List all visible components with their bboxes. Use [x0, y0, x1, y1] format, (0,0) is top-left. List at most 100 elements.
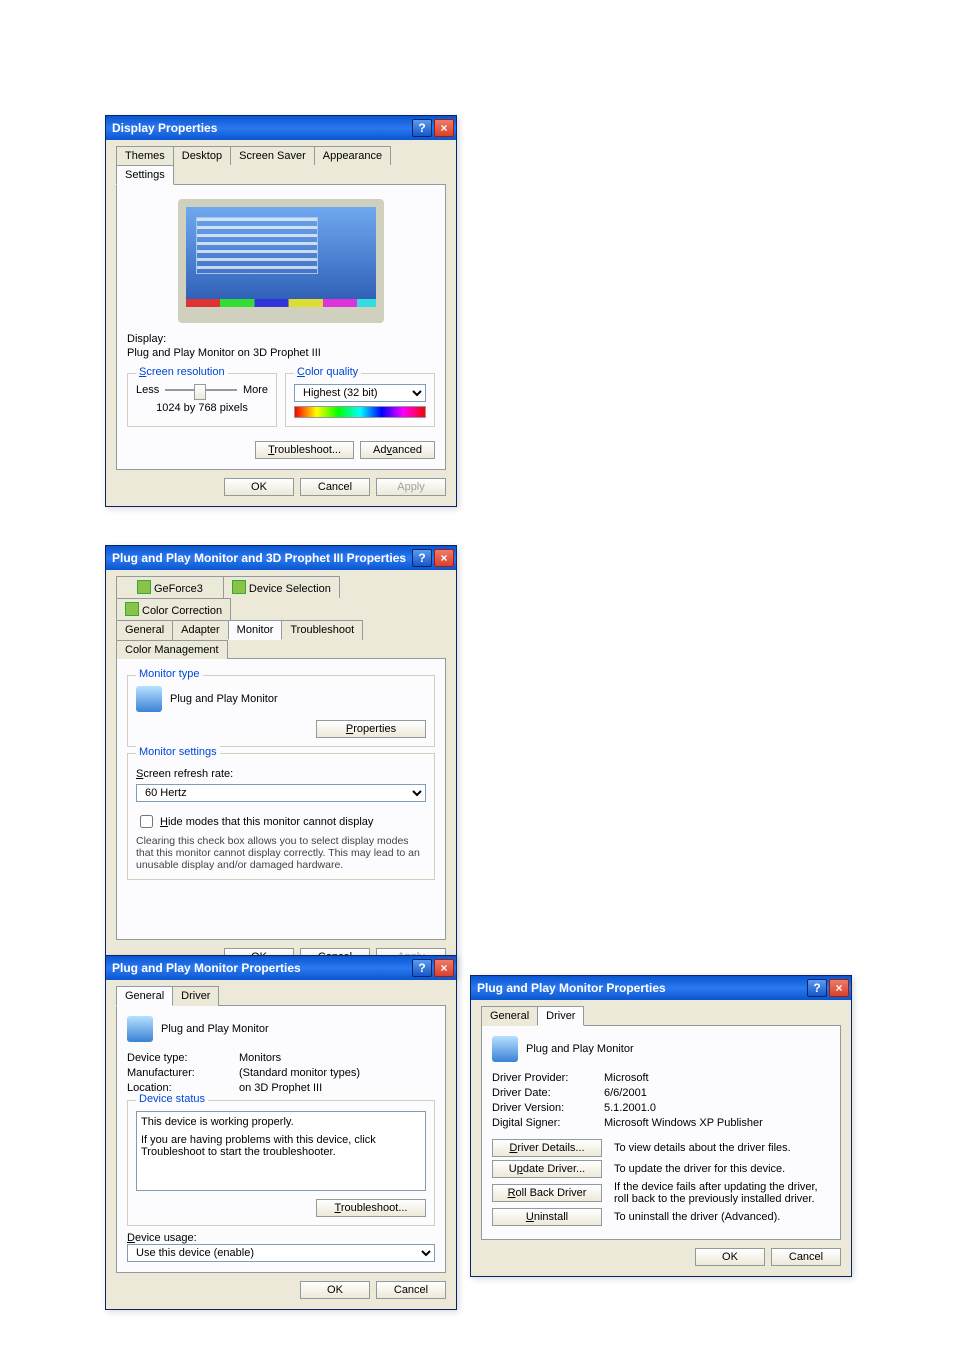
driver-details-button[interactable]: Driver Details... — [492, 1139, 602, 1157]
status-help: If you are having problems with this dev… — [141, 1134, 421, 1158]
tab-geforce3[interactable]: GeForce3 — [116, 576, 224, 598]
uninstall-button[interactable]: Uninstall — [492, 1208, 602, 1226]
tab-general[interactable]: General — [116, 620, 173, 640]
monitor-icon — [127, 1016, 153, 1042]
titlebar[interactable]: Plug and Play Monitor and 3D Prophet III… — [106, 546, 456, 570]
device-usage-select[interactable]: Use this device (enable) — [127, 1244, 435, 1262]
hide-modes-label: Hide modes that this monitor cannot disp… — [160, 816, 373, 828]
ok-button[interactable]: OK — [224, 478, 294, 496]
help-icon[interactable]: ? — [807, 979, 827, 997]
monitor-properties-driver-dialog: Plug and Play Monitor Properties ? × Gen… — [470, 975, 852, 1277]
display-value: Plug and Play Monitor on 3D Prophet III — [127, 347, 435, 359]
location-value: on 3D Prophet III — [239, 1082, 322, 1094]
refresh-rate-label: Screen refresh rate: — [136, 768, 426, 780]
rollback-driver-text: If the device fails after updating the d… — [614, 1181, 830, 1205]
rollback-driver-button[interactable]: Roll Back Driver — [492, 1184, 602, 1202]
cancel-button[interactable]: Cancel — [376, 1281, 446, 1299]
tab-appearance[interactable]: Appearance — [314, 146, 391, 165]
ok-button[interactable]: OK — [695, 1248, 765, 1266]
driver-date-label: Driver Date: — [492, 1087, 592, 1099]
tab-driver[interactable]: Driver — [537, 1006, 584, 1026]
update-driver-text: To update the driver for this device. — [614, 1163, 830, 1175]
dialog-body: General Driver Plug and Play Monitor Dev… — [106, 980, 456, 1309]
title-text: Display Properties — [112, 121, 412, 135]
update-driver-button[interactable]: Update Driver... — [492, 1160, 602, 1178]
title-text: Plug and Play Monitor Properties — [477, 981, 807, 995]
tab-themes[interactable]: Themes — [116, 146, 174, 165]
digital-signer-value: Microsoft Windows XP Publisher — [604, 1117, 763, 1129]
tab-settings[interactable]: Settings — [116, 165, 174, 185]
close-icon[interactable]: × — [434, 119, 454, 137]
monitor-preview-icon — [178, 199, 384, 323]
status-text: This device is working properly. — [141, 1116, 421, 1128]
monitor-panel: Monitor type Plug and Play Monitor Prope… — [116, 658, 446, 940]
help-icon[interactable]: ? — [412, 119, 432, 137]
resolution-slider[interactable]: Less More — [136, 384, 268, 396]
general-panel: Plug and Play Monitor Device type:Monito… — [116, 1005, 446, 1273]
titlebar[interactable]: Plug and Play Monitor Properties ? × — [106, 956, 456, 980]
nvidia-icon — [137, 580, 151, 594]
tab-driver[interactable]: Driver — [172, 986, 219, 1006]
uninstall-text: To uninstall the driver (Advanced). — [614, 1211, 830, 1223]
dialog-body: General Driver Plug and Play Monitor Dri… — [471, 1000, 851, 1276]
driver-panel: Plug and Play Monitor Driver Provider: Mi… — [481, 1025, 841, 1240]
dialog-body: Themes Desktop Screen Saver Appearance S… — [106, 140, 456, 506]
tab-color-management[interactable]: Color Management — [116, 640, 228, 659]
title-text: Plug and Play Monitor and 3D Prophet III… — [112, 551, 412, 565]
help-icon[interactable]: ? — [412, 549, 432, 567]
titlebar[interactable]: Plug and Play Monitor Properties ? × — [471, 976, 851, 1000]
titlebar[interactable]: Display Properties ? × — [106, 116, 456, 140]
color-bar-icon — [294, 406, 426, 418]
display-properties-dialog: Display Properties ? × Themes Desktop Sc… — [105, 115, 457, 507]
apply-button[interactable]: Apply — [376, 478, 446, 496]
hide-modes-checkbox[interactable] — [140, 815, 153, 828]
tabstrip: Themes Desktop Screen Saver Appearance S… — [116, 146, 446, 185]
tab-device-selection[interactable]: Device Selection — [223, 576, 340, 598]
manufacturer-label: Manufacturer: — [127, 1067, 227, 1079]
device-status-legend: Device status — [136, 1093, 208, 1105]
tab-desktop[interactable]: Desktop — [173, 146, 231, 165]
device-header: Plug and Play Monitor — [526, 1043, 634, 1055]
cancel-button[interactable]: Cancel — [771, 1248, 841, 1266]
monitor-icon — [136, 686, 162, 712]
tab-color-correction[interactable]: Color Correction — [116, 598, 231, 620]
device-type-label: Device type: — [127, 1052, 227, 1064]
help-icon[interactable]: ? — [412, 959, 432, 977]
driver-version-value: 5.1.2001.0 — [604, 1102, 656, 1114]
monitor-settings-legend: Monitor settings — [136, 746, 220, 758]
refresh-rate-select[interactable]: 60 Hertz — [136, 784, 426, 802]
display-label: Display: — [127, 333, 435, 345]
tab-general[interactable]: General — [116, 986, 173, 1006]
troubleshoot-button[interactable]: Troubleshoot... — [316, 1199, 426, 1217]
tab-general[interactable]: General — [481, 1006, 538, 1026]
settings-panel: Display: Plug and Play Monitor on 3D Pro… — [116, 184, 446, 470]
manufacturer-value: (Standard monitor types) — [239, 1067, 360, 1079]
colorquality-legend: Color quality — [294, 366, 361, 378]
close-icon[interactable]: × — [434, 959, 454, 977]
monitor-icon — [492, 1036, 518, 1062]
close-icon[interactable]: × — [829, 979, 849, 997]
provider-label: Driver Provider: — [492, 1072, 592, 1084]
tab-troubleshoot[interactable]: Troubleshoot — [281, 620, 363, 640]
status-textarea[interactable]: This device is working properly. If you … — [136, 1111, 426, 1191]
less-label: Less — [136, 384, 159, 396]
properties-button[interactable]: Properties — [316, 720, 426, 738]
monitor-properties-general-dialog: Plug and Play Monitor Properties ? × Gen… — [105, 955, 457, 1310]
tab-adapter[interactable]: Adapter — [172, 620, 229, 640]
advanced-button[interactable]: Advanced — [360, 441, 435, 459]
colorquality-select[interactable]: Highest (32 bit) — [294, 384, 426, 402]
tab-monitor[interactable]: Monitor — [228, 620, 283, 640]
monitor-name: Plug and Play Monitor — [170, 693, 278, 705]
cancel-button[interactable]: Cancel — [300, 478, 370, 496]
nvidia-icon — [232, 580, 246, 594]
driver-date-value: 6/6/2001 — [604, 1087, 647, 1099]
close-icon[interactable]: × — [434, 549, 454, 567]
tab-screensaver[interactable]: Screen Saver — [230, 146, 315, 165]
resolution-value: 1024 by 768 pixels — [136, 402, 268, 414]
device-usage-label: Device usage: — [127, 1232, 435, 1244]
device-type-value: Monitors — [239, 1052, 281, 1064]
ok-button[interactable]: OK — [300, 1281, 370, 1299]
resolution-legend: Screen resolution — [136, 366, 228, 378]
troubleshoot-button[interactable]: Troubleshoot... — [255, 441, 354, 459]
provider-value: Microsoft — [604, 1072, 649, 1084]
